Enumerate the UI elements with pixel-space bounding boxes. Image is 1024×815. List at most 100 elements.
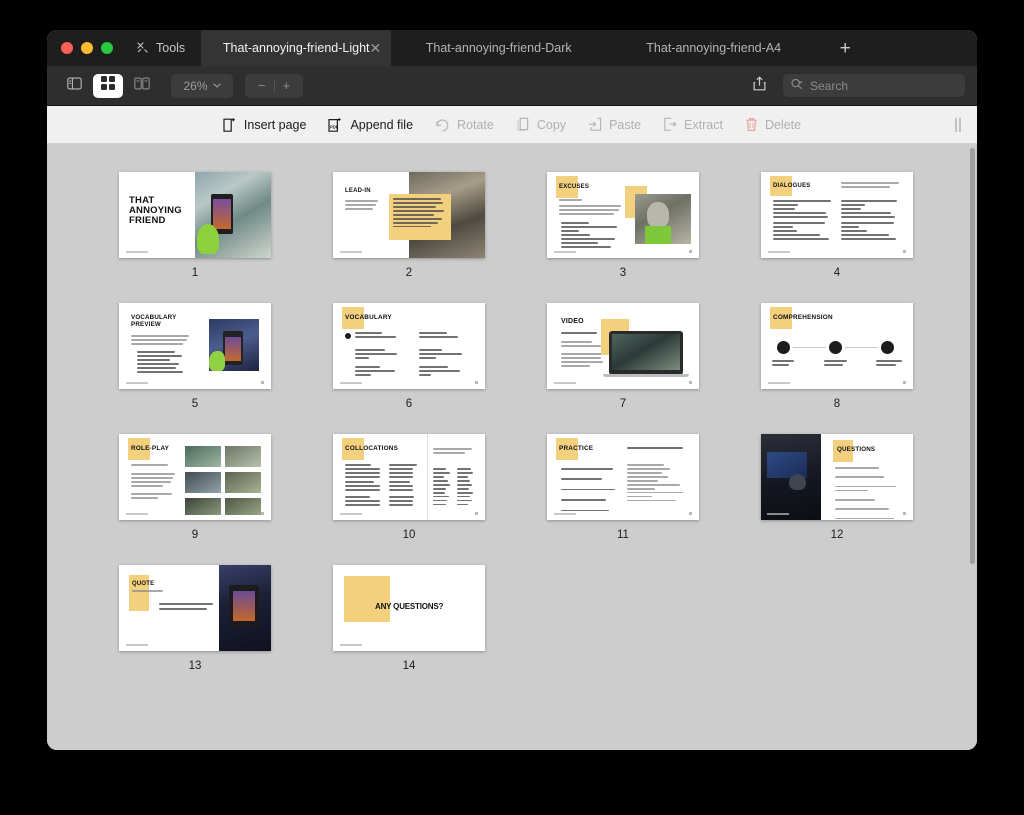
view-toolbar: 26% − + Search [47, 66, 977, 106]
page-thumbnail-canvas[interactable]: THAT ANNOYING FRIEND 1 LEAD-IN 2 EXCUSES… [47, 144, 977, 750]
page-thumbnail-2[interactable]: LEAD-IN 2 [302, 172, 516, 279]
slide-gapfill-column [389, 496, 421, 508]
page-preview[interactable]: QUOTE [119, 565, 271, 651]
copy-button[interactable]: Copy [516, 117, 566, 132]
page-thumbnail-9[interactable]: ROLE-PLAY 9 [88, 434, 302, 541]
slide-page-number [903, 381, 906, 384]
vertical-scrollbar[interactable] [970, 148, 975, 681]
slide-entry [419, 366, 467, 378]
append-file-label: Append file [350, 117, 414, 132]
zoom-stepper[interactable]: − + [245, 73, 303, 98]
extract-button[interactable]: Extract [663, 117, 723, 132]
page-thumbnail-7[interactable]: VIDEO 7 [516, 303, 730, 410]
tools-label: Tools [156, 41, 186, 55]
page-thumbnail-8[interactable]: COMPREHENSION 8 [730, 303, 944, 410]
tab-that-annoying-friend-light[interactable]: That-annoying-friend-Light ✕ [201, 30, 392, 66]
page-number: 13 [188, 660, 202, 672]
close-icon[interactable]: ✕ [369, 41, 381, 55]
page-thumbnail-3[interactable]: EXCUSES 3 [516, 172, 730, 279]
search-input[interactable]: Search [783, 74, 965, 97]
slide-title: ANY QUESTIONS? [375, 602, 444, 611]
page-thumbnail-14[interactable]: ANY QUESTIONS? 14 [302, 565, 516, 672]
page-number: 1 [191, 267, 199, 279]
slide-bullet-icon [345, 333, 351, 339]
page-preview[interactable]: VOCABULARY [333, 303, 485, 389]
paste-button[interactable]: Paste [588, 117, 641, 132]
page-thumbnail-4[interactable]: DIALOGUES 4 [730, 172, 944, 279]
slide-dialogue-left [773, 222, 833, 242]
page-number: 12 [830, 529, 844, 541]
slide-title: VOCABULARY [345, 314, 392, 321]
new-tab-button[interactable]: + [821, 30, 869, 66]
page-thumbnail-1[interactable]: THAT ANNOYING FRIEND 1 [88, 172, 302, 279]
page-preview[interactable]: VIDEO [547, 303, 699, 389]
delete-label: Delete [764, 117, 802, 132]
slide-subtitle [132, 590, 166, 594]
page-preview[interactable]: QUESTIONS [761, 434, 913, 520]
maximize-window-button[interactable] [101, 42, 113, 54]
slide-subtitle [131, 335, 189, 347]
page-preview[interactable]: THAT ANNOYING FRIEND [119, 172, 271, 258]
page-number: 14 [402, 660, 416, 672]
page-thumbnail-10[interactable]: COLLOCATIONS 10 [302, 434, 516, 541]
minimize-window-button[interactable] [81, 42, 93, 54]
step-marker [829, 341, 842, 354]
slide-title: VOCABULARY PREVIEW [131, 314, 177, 328]
page-preview[interactable]: LEAD-IN [333, 172, 485, 258]
thumbnail-grid-button[interactable] [93, 73, 123, 98]
page-preview[interactable]: COMPREHENSION [761, 303, 913, 389]
extract-icon [663, 117, 677, 132]
tab-that-annoying-friend-dark[interactable]: That-annoying-friend-Dark [391, 30, 606, 66]
sidebar-toggle-button[interactable] [59, 74, 89, 98]
slide-dialogue-right [841, 200, 901, 220]
page-preview[interactable]: COLLOCATIONS [333, 434, 485, 520]
zoom-out-button[interactable]: − [258, 78, 266, 93]
page-preview[interactable]: VOCABULARY PREVIEW [119, 303, 271, 389]
slide-entry [355, 349, 403, 361]
drag-grip-icon[interactable] [955, 117, 963, 132]
scrollbar-thumb[interactable] [970, 148, 975, 564]
slide-footer [126, 251, 148, 253]
slide-body [131, 473, 177, 489]
page-preview[interactable]: ANY QUESTIONS? [333, 565, 485, 651]
share-button[interactable] [745, 74, 773, 98]
slide-accent-block [344, 576, 390, 622]
page-thumbnail-6[interactable]: VOCABULARY 6 [302, 303, 516, 410]
slide-title: COMPREHENSION [773, 314, 833, 321]
split-view-button[interactable] [127, 74, 157, 98]
slide-footer [340, 251, 362, 253]
page-preview[interactable]: DIALOGUES [761, 172, 913, 258]
page-thumbnail-13[interactable]: QUOTE 13 [88, 565, 302, 672]
slide-body [559, 205, 621, 217]
slide-footer [554, 251, 576, 253]
slide-gapfill-column [389, 464, 421, 480]
slide-note-items [393, 198, 447, 230]
tab-bar: Tools That-annoying-friend-Light ✕ That-… [47, 30, 977, 66]
slide-entry [355, 332, 403, 340]
tab-that-annoying-friend-a4[interactable]: That-annoying-friend-A4 [606, 30, 821, 66]
close-window-button[interactable] [61, 42, 73, 54]
page-preview[interactable]: PRACTICE [547, 434, 699, 520]
zoom-in-button[interactable]: + [283, 78, 291, 93]
page-preview[interactable]: EXCUSES [547, 172, 699, 258]
step-marker [881, 341, 894, 354]
rotate-label: Rotate [457, 117, 494, 132]
slide-subtitle [345, 200, 378, 212]
rotate-button[interactable]: Rotate [435, 117, 494, 132]
tools-button[interactable]: Tools [126, 30, 201, 66]
slide-title: EXCUSES [559, 184, 590, 190]
slide-title: THAT ANNOYING FRIEND [129, 195, 182, 226]
slide-gapfill-column [389, 481, 421, 493]
append-file-button[interactable]: PDF Append file [328, 117, 413, 133]
slide-instruction [627, 447, 685, 451]
delete-button[interactable]: Delete [745, 117, 801, 132]
page-thumbnail-5[interactable]: VOCABULARY PREVIEW 5 [88, 303, 302, 410]
slide-title: COLLOCATIONS [345, 445, 399, 452]
slide-checklist [137, 351, 191, 375]
page-thumbnail-12[interactable]: QUESTIONS 12 [730, 434, 944, 541]
insert-page-button[interactable]: Insert page [223, 117, 306, 133]
page-thumbnail-11[interactable]: PRACTICE 11 [516, 434, 730, 541]
page-preview[interactable]: ROLE-PLAY [119, 434, 271, 520]
slide-entry [419, 349, 467, 361]
zoom-level-dropdown[interactable]: 26% [171, 73, 233, 98]
